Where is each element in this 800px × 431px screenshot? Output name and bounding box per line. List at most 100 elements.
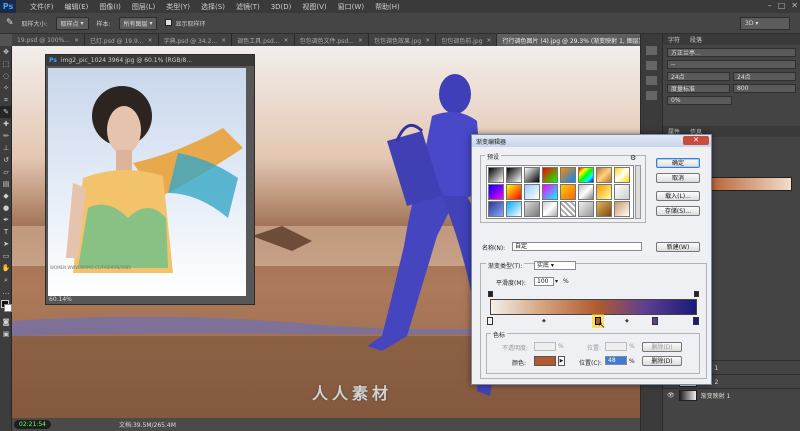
brush-tool-icon[interactable]: ✏ xyxy=(0,130,12,142)
name-input[interactable]: 自定 xyxy=(512,242,642,251)
color-midpoint[interactable]: ◆ xyxy=(542,318,546,324)
eraser-tool-icon[interactable]: ▱ xyxy=(0,166,12,178)
smoothness-dropdown-icon[interactable]: ▾ xyxy=(555,278,558,285)
eyedropper-tool-icon[interactable]: ✎ xyxy=(0,106,12,118)
color-dropdown-icon[interactable]: ▶ xyxy=(558,356,565,366)
gradient-preset-swatch[interactable] xyxy=(542,201,558,217)
gradient-preset-swatch[interactable] xyxy=(524,184,540,200)
gradient-preset-swatch[interactable] xyxy=(488,201,504,217)
scale-field[interactable]: 0% xyxy=(667,96,732,105)
shape-tool-icon[interactable]: ▭ xyxy=(0,250,12,262)
color-swatches-icon[interactable] xyxy=(0,298,12,316)
tracking-field[interactable]: 800 xyxy=(733,84,796,93)
menu-image[interactable]: 图像(I) xyxy=(99,2,121,12)
show-ring-option[interactable]: 显示取样环 xyxy=(165,18,206,28)
floating-document-image[interactable]: WOMEN WWW.WOMO.CC/FASHION/2685 xyxy=(48,68,246,296)
swatches-icon[interactable] xyxy=(646,91,657,100)
pen-tool-icon[interactable]: ✒ xyxy=(0,214,12,226)
gradient-preset-swatch[interactable] xyxy=(506,201,522,217)
dialog-close-icon[interactable]: ✕ xyxy=(683,136,709,145)
font-size-field[interactable]: 24点 xyxy=(667,72,730,81)
workspace-select[interactable]: 3D ▾ xyxy=(740,16,790,30)
gradient-preset-swatch[interactable] xyxy=(488,184,504,200)
show-ring-checkbox[interactable] xyxy=(165,18,173,26)
gradient-preset-swatch[interactable] xyxy=(560,184,576,200)
color-stop[interactable] xyxy=(487,317,493,325)
menu-select[interactable]: 选择(S) xyxy=(201,2,225,12)
gradient-preset-swatch[interactable] xyxy=(596,201,612,217)
delete-opacity-stop-button[interactable]: 删除(D) xyxy=(642,342,682,352)
presets-scrollbar[interactable] xyxy=(635,165,641,219)
gradient-preset-swatch[interactable] xyxy=(542,184,558,200)
tab-character[interactable]: 字符 xyxy=(663,34,685,45)
floating-document-window[interactable]: Ps img2_pic_1024 3964 jpg @ 60.1% (RGB/8… xyxy=(45,54,255,305)
gradient-preset-swatch[interactable] xyxy=(614,167,630,183)
delete-color-stop-button[interactable]: 删除(D) xyxy=(642,356,682,366)
doc-tab[interactable]: 已灯.psd @ 19.9... × xyxy=(85,34,159,46)
maximize-icon[interactable]: □ xyxy=(778,1,786,10)
tab-paragraph[interactable]: 段落 xyxy=(685,34,707,45)
quick-mask-icon[interactable]: ◙ xyxy=(0,316,12,328)
doc-tab[interactable]: 调色工具.psd... × xyxy=(232,34,295,46)
gradient-preset-swatch[interactable] xyxy=(542,167,558,183)
menu-help[interactable]: 帮助(H) xyxy=(375,2,400,12)
type-tool-icon[interactable]: T xyxy=(0,226,12,238)
gradient-tool-icon[interactable]: ▤ xyxy=(0,178,12,190)
gradient-preset-swatch[interactable] xyxy=(614,201,630,217)
screen-mode-icon[interactable]: ▣ xyxy=(0,328,12,340)
opacity-stop[interactable] xyxy=(694,291,699,297)
gradient-preset-swatch[interactable] xyxy=(560,201,576,217)
doc-tab[interactable]: 包包调色前.jpg × xyxy=(436,34,498,46)
stamp-tool-icon[interactable]: ⊥ xyxy=(0,142,12,154)
close-icon[interactable]: ✕ xyxy=(791,1,798,10)
crop-tool-icon[interactable]: ⌗ xyxy=(0,94,12,106)
opacity-input[interactable] xyxy=(534,342,556,351)
history-icon[interactable] xyxy=(646,46,657,55)
layer-row[interactable]: 👁 渐变映射 1 xyxy=(663,388,800,402)
menu-edit[interactable]: 编辑(E) xyxy=(65,2,89,12)
type-select[interactable]: 实底 ▾ xyxy=(534,261,576,270)
move-tool-icon[interactable]: ✥ xyxy=(0,46,12,58)
sample-size-select[interactable]: 取样点 ▾ xyxy=(55,16,89,30)
hand-tool-icon[interactable]: ✋ xyxy=(0,262,12,274)
eyedropper-icon[interactable]: ✎ xyxy=(6,18,14,28)
floating-window-title[interactable]: Ps img2_pic_1024 3964 jpg @ 60.1% (RGB/8… xyxy=(46,55,254,66)
presets-gear-icon[interactable]: ⚙ xyxy=(630,154,636,162)
load-button[interactable]: 载入(L)... xyxy=(656,191,700,201)
gradient-preset-swatch[interactable] xyxy=(596,167,612,183)
cancel-button[interactable]: 取消 xyxy=(656,173,700,183)
gradient-preset-swatch[interactable] xyxy=(506,167,522,183)
save-button[interactable]: 存储(S)... xyxy=(656,206,700,216)
menu-3d[interactable]: 3D(D) xyxy=(271,3,292,11)
gradient-preset-swatch[interactable] xyxy=(578,167,594,183)
doc-tab[interactable]: 19.psd @ 100%... × xyxy=(12,34,86,46)
gradient-preset-swatch[interactable] xyxy=(596,184,612,200)
gradient-ramp[interactable] xyxy=(490,299,697,315)
blur-tool-icon[interactable]: ◆ xyxy=(0,190,12,202)
more-tools-icon[interactable]: … xyxy=(0,286,12,298)
stop-color-swatch[interactable] xyxy=(534,356,556,366)
marquee-tool-icon[interactable]: ⬚ xyxy=(0,58,12,70)
gradient-preset-swatch[interactable] xyxy=(524,167,540,183)
new-button[interactable]: 新建(W) xyxy=(656,242,700,252)
dialog-title-bar[interactable]: 渐变编辑器 xyxy=(472,135,711,147)
zoom-tool-icon[interactable]: ⌕ xyxy=(0,274,12,286)
actions-icon[interactable] xyxy=(646,61,657,70)
color-location-input[interactable]: 48 xyxy=(605,356,627,365)
gradient-preset-swatch[interactable] xyxy=(614,184,630,200)
menu-file[interactable]: 文件(F) xyxy=(30,2,54,12)
color-midpoint[interactable]: ◆ xyxy=(625,318,629,324)
menu-view[interactable]: 视图(V) xyxy=(302,2,326,12)
smoothness-input[interactable]: 100 xyxy=(534,277,554,286)
ok-button[interactable]: 确定 xyxy=(656,158,700,168)
gradient-preset-swatch[interactable] xyxy=(524,201,540,217)
menu-layer[interactable]: 图层(L) xyxy=(132,2,155,12)
healing-brush-icon[interactable]: ✚ xyxy=(0,118,12,130)
font-style-field[interactable]: -- xyxy=(667,60,796,69)
opacity-stop[interactable] xyxy=(488,291,493,297)
doc-tab[interactable]: 包包调色效果.jpg × xyxy=(368,34,437,46)
history-brush-icon[interactable]: ↺ xyxy=(0,154,12,166)
menu-type[interactable]: 类型(Y) xyxy=(166,2,190,12)
doc-tab[interactable]: 字典.psd @ 34.2... × xyxy=(158,34,233,46)
font-family-field[interactable]: 方正兰亭... xyxy=(667,48,796,57)
